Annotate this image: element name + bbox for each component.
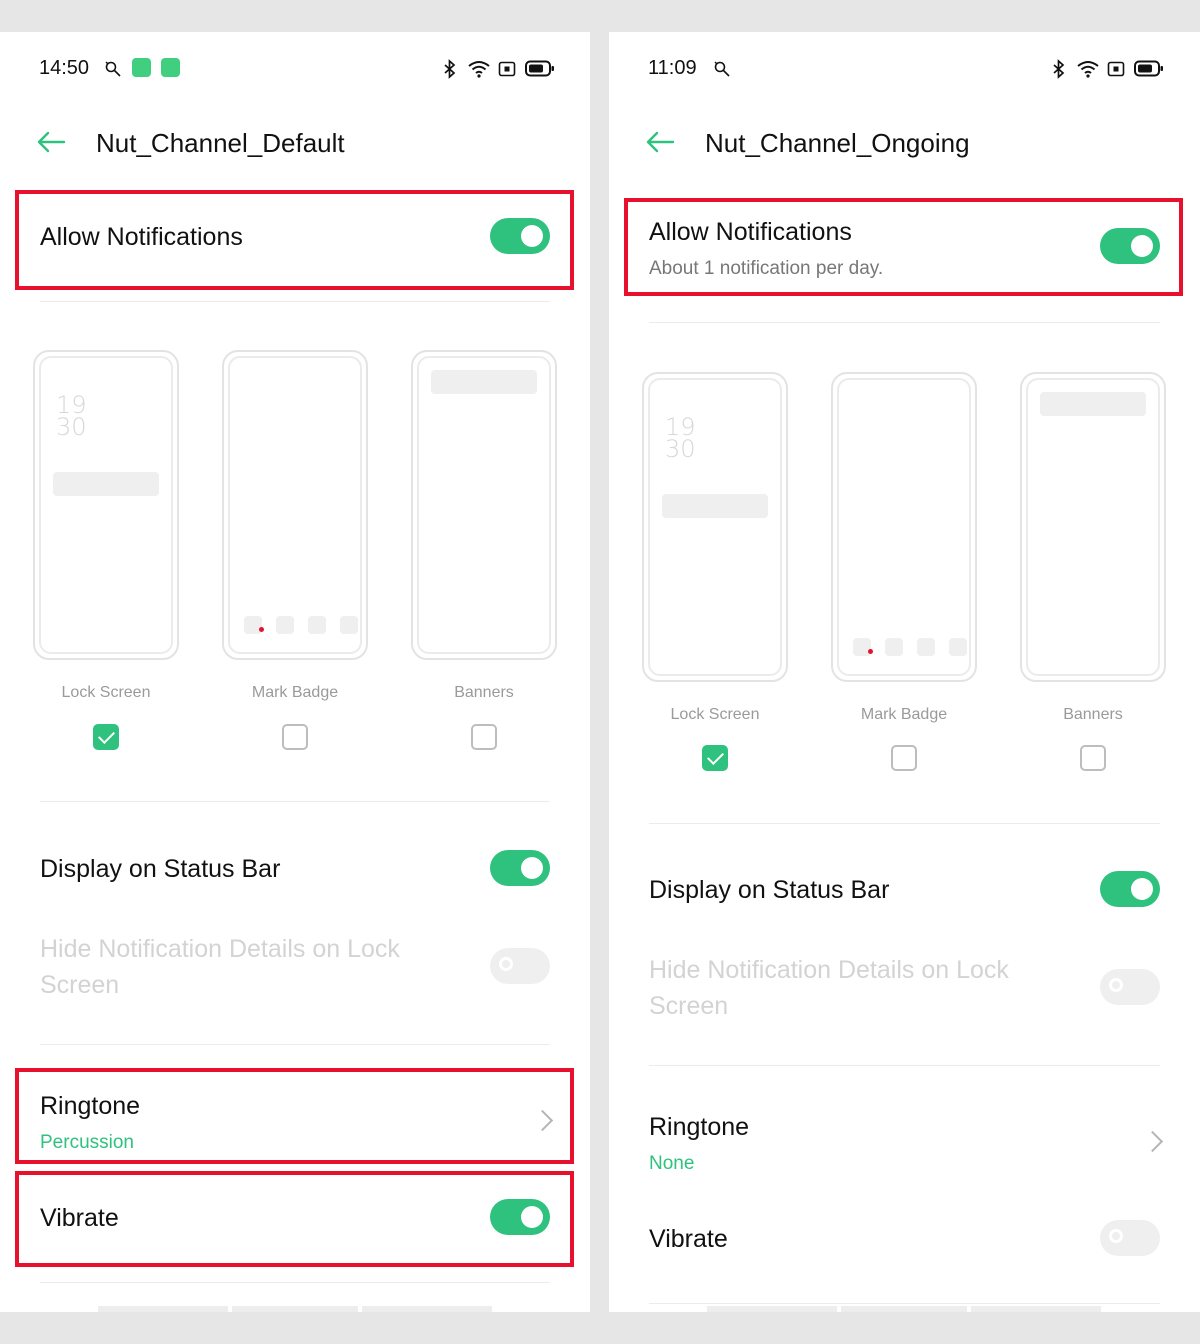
- display-status-bar-toggle[interactable]: [1100, 871, 1160, 907]
- ringtone-value: None: [649, 1153, 695, 1174]
- ringtone-label: Ringtone: [649, 1113, 750, 1141]
- app-notification-icon: [132, 58, 151, 77]
- back-arrow-icon[interactable]: [645, 130, 675, 154]
- bottom-fade: [971, 1306, 1101, 1312]
- back-arrow-icon[interactable]: [36, 130, 66, 154]
- lock-screen-checkbox[interactable]: [702, 745, 728, 771]
- highlight-ringtone: [15, 1068, 574, 1164]
- display-status-bar-label: Display on Status Bar: [649, 876, 890, 904]
- divider: [649, 1303, 1160, 1304]
- badge-dot: [259, 627, 264, 632]
- bluetooth-icon: [1053, 59, 1065, 79]
- mark-badge-preview[interactable]: [222, 350, 368, 660]
- banners-preview[interactable]: [1020, 372, 1166, 682]
- preview-clock: 19 30: [665, 413, 696, 463]
- lock-screen-preview[interactable]: 19 30: [33, 350, 179, 660]
- preview-app-icon: [308, 616, 326, 634]
- hide-details-label: Hide Notification Details on Lock Screen: [40, 935, 400, 999]
- app-notification-icon-2: [161, 58, 180, 77]
- preview-app-icon: [917, 638, 935, 656]
- divider: [40, 1282, 550, 1283]
- wifi-icon: [1077, 61, 1099, 78]
- bluetooth-icon: [444, 59, 456, 79]
- highlight-allow-notifications: [624, 198, 1183, 296]
- wifi-icon: [468, 61, 490, 78]
- preview-banner-bar: [431, 370, 537, 394]
- bottom-fade: [362, 1306, 492, 1312]
- highlight-vibrate: [15, 1171, 574, 1267]
- status-bar: 14:50: [0, 32, 590, 104]
- bottom-fade: [841, 1306, 967, 1312]
- display-status-bar-toggle[interactable]: [490, 850, 550, 886]
- divider: [649, 823, 1160, 824]
- battery-icon: [525, 60, 554, 77]
- preview-app-icon: [340, 616, 358, 634]
- option-label-lock-screen: Lock Screen: [670, 706, 760, 723]
- bottom-fade: [98, 1306, 228, 1312]
- badge-dot: [868, 649, 873, 654]
- mark-badge-checkbox[interactable]: [282, 724, 308, 750]
- option-label-banners: Banners: [1063, 706, 1123, 723]
- preview-notification-bar: [662, 494, 768, 518]
- vibrate-label: Vibrate: [649, 1225, 728, 1253]
- search-key-icon: [714, 61, 730, 77]
- chevron-right-icon: [1141, 1130, 1164, 1153]
- mark-badge-checkbox[interactable]: [891, 745, 917, 771]
- divider: [40, 301, 550, 302]
- hide-details-label: Hide Notification Details on Lock Screen: [649, 956, 1009, 1020]
- preview-app-icon: [885, 638, 903, 656]
- battery-icon: [1134, 60, 1163, 77]
- page-title: Nut_Channel_Ongoing: [705, 128, 970, 158]
- preview-app-icon: [276, 616, 294, 634]
- mark-badge-preview[interactable]: [831, 372, 977, 682]
- display-status-bar-label: Display on Status Bar: [40, 855, 281, 883]
- status-time: 11:09: [648, 57, 697, 79]
- option-label-lock-screen: Lock Screen: [61, 684, 151, 701]
- highlight-allow-notifications: [15, 190, 574, 290]
- status-bar: 11:09: [609, 32, 1200, 104]
- title-bar: Nut_Channel_Default: [0, 120, 590, 170]
- hide-details-toggle: [490, 948, 550, 984]
- option-label-mark-badge: Mark Badge: [251, 684, 339, 701]
- option-label-banners: Banners: [454, 684, 514, 701]
- banners-preview[interactable]: [411, 350, 557, 660]
- hide-details-toggle: [1100, 969, 1160, 1005]
- divider: [649, 322, 1160, 323]
- preview-app-icon: [949, 638, 967, 656]
- title-bar: Nut_Channel_Ongoing: [609, 120, 1200, 170]
- banners-checkbox[interactable]: [1080, 745, 1106, 771]
- banners-checkbox[interactable]: [471, 724, 497, 750]
- divider: [40, 801, 550, 802]
- settings-panel-default: 14:50 Nut_Channel_Default Allow Notifica…: [0, 32, 590, 1312]
- preview-clock: 19 30: [56, 391, 87, 441]
- preview-notification-bar: [53, 472, 159, 496]
- nfc-icon: [498, 61, 516, 77]
- vibrate-toggle[interactable]: [1100, 1220, 1160, 1256]
- search-key-icon: [105, 61, 121, 77]
- status-time: 14:50: [39, 57, 90, 79]
- bottom-fade: [232, 1306, 358, 1312]
- page-title: Nut_Channel_Default: [96, 128, 345, 158]
- lock-screen-preview[interactable]: 19 30: [642, 372, 788, 682]
- bottom-fade: [707, 1306, 837, 1312]
- lock-screen-checkbox[interactable]: [93, 724, 119, 750]
- option-label-mark-badge: Mark Badge: [860, 706, 948, 723]
- preview-banner-bar: [1040, 392, 1146, 416]
- divider: [649, 1065, 1160, 1066]
- divider: [40, 1044, 550, 1045]
- settings-panel-ongoing: 11:09 Nut_Channel_Ongoing Allow Notifica…: [609, 32, 1200, 1312]
- nfc-icon: [1107, 61, 1125, 77]
